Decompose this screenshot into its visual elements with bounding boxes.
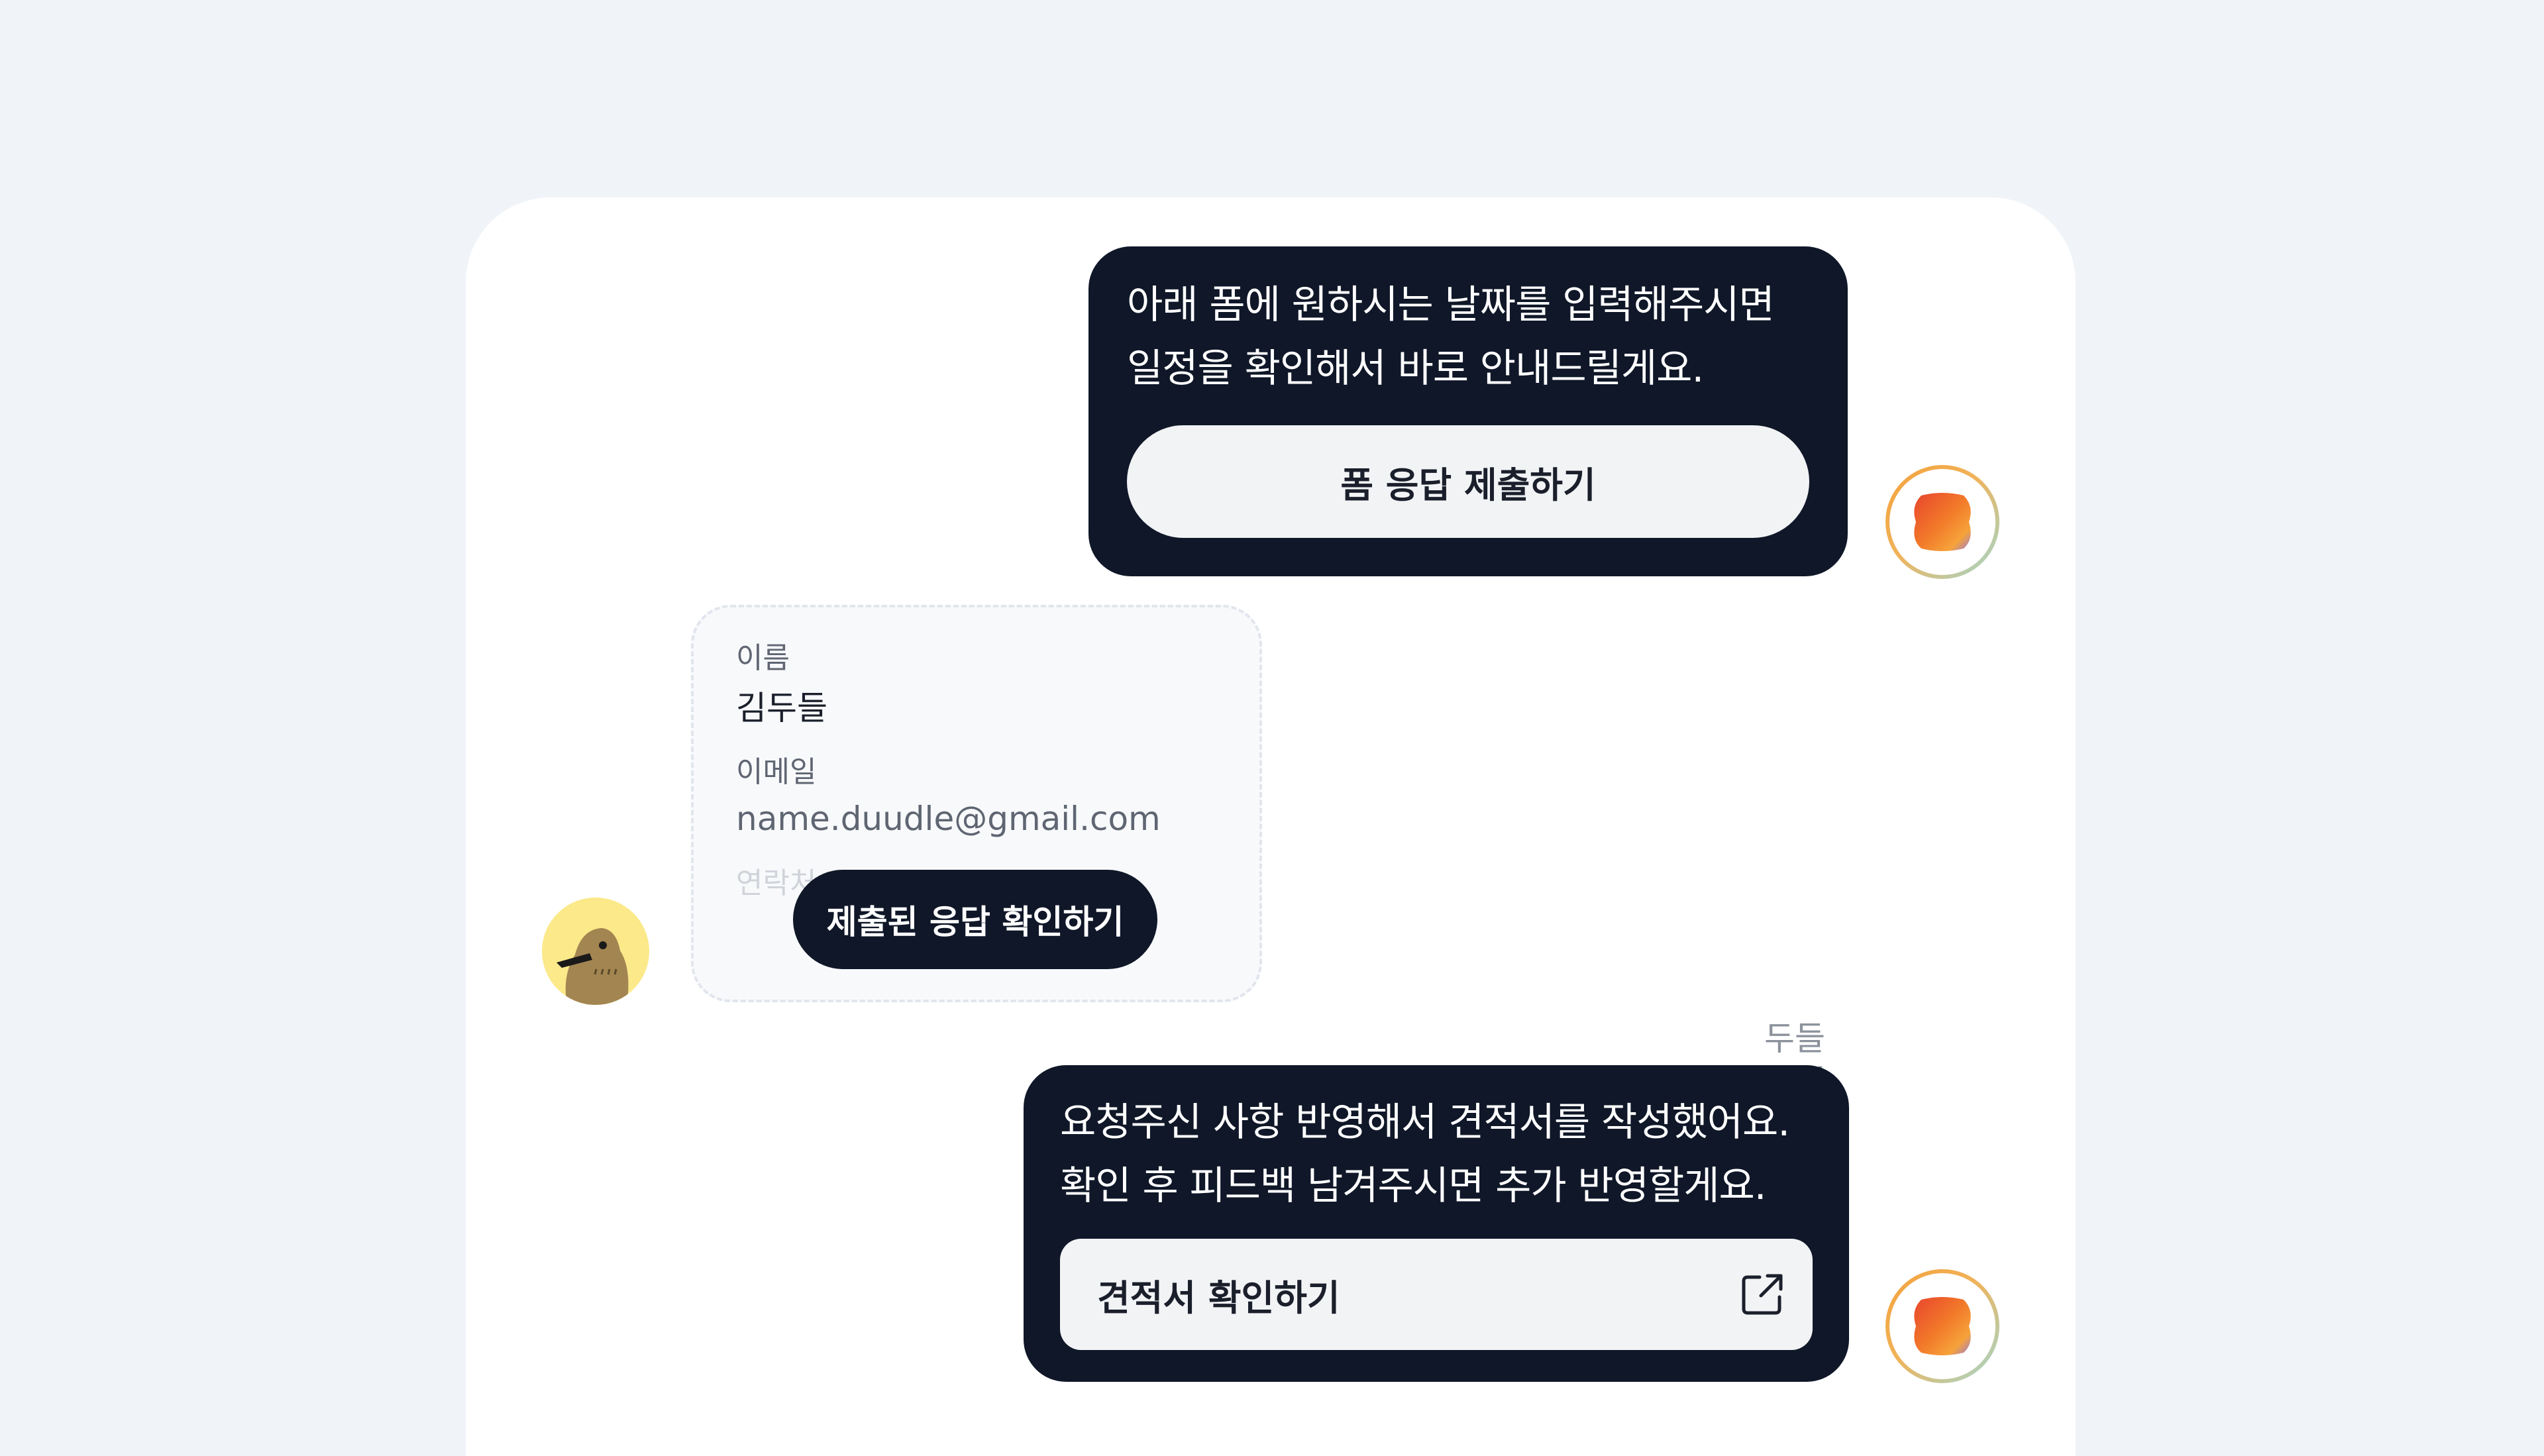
external-link-icon (1742, 1274, 1783, 1315)
email-label: 이메일 (736, 755, 817, 789)
ai-message-text: 아래 폼에 원하시는 날짜를 입력해주시면 일정을 확인해서 바로 안내드릴게요… (1127, 282, 1775, 391)
view-quote-label: 견적서 확인하기 (1097, 1276, 1340, 1319)
ai-logo-icon (1914, 493, 1971, 551)
email-value: name.duudle@gmail.com (736, 800, 1161, 838)
bird-avatar (542, 898, 649, 1005)
ai-avatar (1885, 465, 1999, 579)
name-label: 이름 (736, 641, 790, 675)
ai-message-bubble-form: 아래 폼에 원하시는 날짜를 입력해주시면 일정을 확인해서 바로 안내드릴게요… (1088, 246, 1848, 576)
ai-avatar (1885, 1269, 1999, 1383)
ai-message-bubble-quote: 요청주신 사항 반영해서 견적서를 작성했어요. 확인 후 피드백 남겨주시면 … (1024, 1065, 1849, 1382)
user-avatar (542, 898, 649, 1005)
view-quote-button[interactable]: 견적서 확인하기 (1060, 1239, 1813, 1350)
view-submitted-response-button[interactable]: 제출된 응답 확인하기 (793, 870, 1157, 969)
ai-logo-icon (1914, 1297, 1971, 1355)
ai-message-text: 요청주신 사항 반영해서 견적서를 작성했어요. 확인 후 피드백 남겨주시면 … (1060, 1099, 1790, 1208)
name-value: 김두들 (736, 689, 827, 727)
submit-form-button[interactable]: 폼 응답 제출하기 (1127, 425, 1809, 538)
